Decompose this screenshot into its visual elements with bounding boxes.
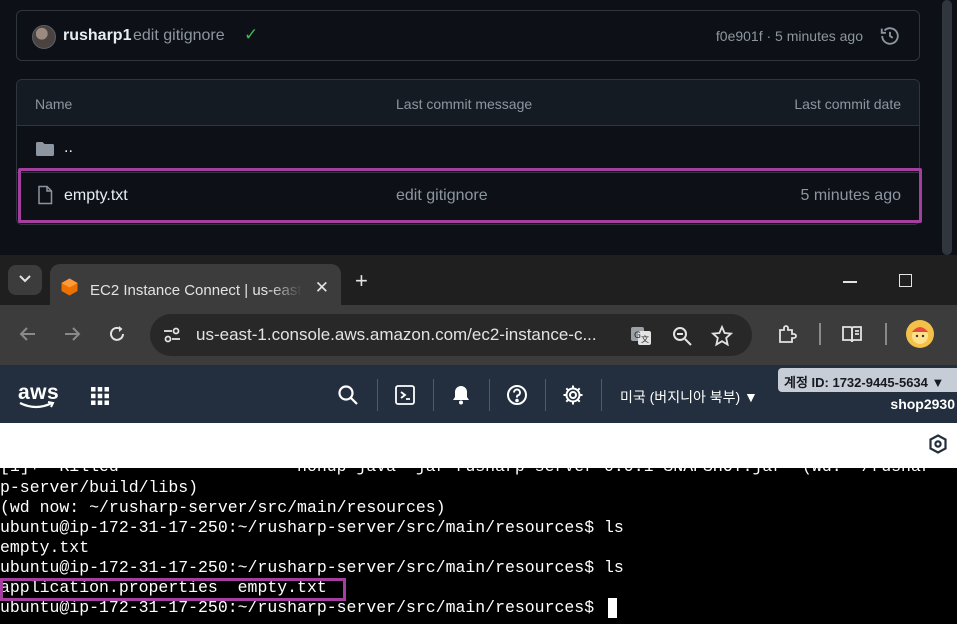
github-file-browser: rusharp1 edit gitignore ✓ f0e901f · 5 mi… (0, 0, 957, 255)
commit-message[interactable]: edit gitignore (133, 27, 225, 45)
account-id-menu[interactable]: 계정 ID: 1732-9445-5634 ▼ (778, 368, 957, 392)
maximize-button[interactable] (899, 274, 912, 287)
check-icon[interactable]: ✓ (244, 25, 258, 45)
header-last-commit-date: Last commit date (794, 96, 901, 112)
terminal-line: [1]+ Killed nohup java -jar rusharp-serv… (0, 468, 931, 477)
terminal-line: empty.txt (0, 538, 90, 557)
account-username[interactable]: shop2930 (890, 396, 955, 412)
aws-favicon-icon (61, 278, 78, 296)
terminal-line: application.properties empty.txt (0, 578, 327, 597)
header-divider (433, 379, 434, 411)
zoom-icon[interactable] (671, 325, 693, 347)
browser-tab-strip: EC2 Instance Connect | us-east-1 ✕ + (0, 255, 957, 305)
header-last-commit-message: Last commit message (396, 96, 533, 112)
tab-search-button[interactable] (8, 265, 42, 295)
commit-sha-time[interactable]: f0e901f · 5 minutes ago (716, 28, 863, 44)
tab-ec2-instance-connect[interactable]: EC2 Instance Connect | us-east-1 ✕ (50, 264, 341, 305)
toolbar-divider (885, 323, 887, 345)
search-icon[interactable] (337, 384, 359, 406)
chevron-down-icon (19, 275, 31, 283)
file-icon (38, 185, 53, 205)
file-name-link[interactable]: empty.txt (64, 187, 128, 205)
parent-dir-link[interactable]: .. (64, 139, 73, 157)
terminal-cursor (608, 598, 617, 618)
header-divider (377, 379, 378, 411)
minimize-button[interactable] (843, 281, 857, 283)
profile-avatar[interactable] (906, 320, 934, 348)
reading-list-icon[interactable] (841, 323, 863, 345)
gear-icon[interactable] (562, 384, 584, 406)
terminal-prompt: ubuntu@ip-172-31-17-250:~/rusharp-server… (0, 598, 604, 617)
header-divider (601, 379, 602, 411)
terminal-prompt-line: ubuntu@ip-172-31-17-250:~/rusharp-server… (0, 598, 617, 618)
table-header: Name Last commit message Last commit dat… (17, 80, 919, 126)
terminal-line: p-server/build/libs) (0, 478, 199, 497)
svg-text:G: G (634, 331, 641, 341)
file-table: Name Last commit message Last commit dat… (16, 79, 920, 225)
table-row[interactable]: empty.txt edit gitignore 5 minutes ago (17, 173, 919, 219)
account-id-label: 계정 ID: 1732-9445-5634 ▼ (784, 375, 945, 390)
new-tab-button[interactable]: + (355, 268, 368, 294)
page-scrollbar[interactable] (939, 0, 957, 255)
translate-icon[interactable]: G文 (630, 325, 652, 347)
file-commit-message[interactable]: edit gitignore (396, 187, 488, 205)
bell-icon[interactable] (450, 384, 472, 406)
header-name: Name (35, 96, 73, 112)
settings-hex-icon[interactable] (929, 434, 947, 454)
url-text[interactable]: us-east-1.console.aws.amazon.com/ec2-ins… (196, 325, 597, 345)
bookmark-star-icon[interactable] (711, 325, 733, 347)
region-selector[interactable]: 미국 (버지니아 북부) ▼ (620, 387, 758, 407)
instance-connect-toolbar (0, 423, 957, 468)
reload-icon[interactable] (107, 324, 127, 344)
header-divider (489, 379, 490, 411)
aws-smile-logo[interactable] (19, 401, 55, 409)
svg-text:文: 文 (641, 334, 649, 344)
history-icon[interactable] (879, 25, 901, 47)
extensions-icon[interactable] (776, 323, 798, 345)
close-icon[interactable]: ✕ (315, 278, 329, 298)
tab-title: EC2 Instance Connect | us-east-1 (90, 282, 302, 299)
forward-arrow-icon[interactable] (62, 324, 82, 344)
site-info-icon[interactable] (162, 326, 182, 344)
terminal-line: ubuntu@ip-172-31-17-250:~/rusharp-server… (0, 558, 624, 577)
file-commit-date: 5 minutes ago (800, 187, 901, 204)
author-avatar[interactable] (32, 25, 56, 49)
latest-commit-bar: rusharp1 edit gitignore ✓ f0e901f · 5 mi… (16, 10, 920, 61)
folder-icon (36, 142, 54, 156)
commit-author[interactable]: rusharp1 (63, 27, 131, 45)
terminal-line: ubuntu@ip-172-31-17-250:~/rusharp-server… (0, 518, 624, 537)
scrollbar-thumb[interactable] (942, 0, 952, 255)
back-arrow-icon[interactable] (18, 324, 38, 344)
table-row-parent-dir[interactable]: .. (17, 127, 919, 173)
terminal-line: (wd now: ~/rusharp-server/src/main/resou… (0, 498, 446, 517)
terminal[interactable]: [1]+ Killed nohup java -jar rusharp-serv… (0, 468, 957, 624)
address-bar[interactable]: us-east-1.console.aws.amazon.com/ec2-ins… (150, 314, 752, 356)
cloudshell-icon[interactable] (394, 384, 416, 406)
browser-toolbar: us-east-1.console.aws.amazon.com/ec2-ins… (0, 305, 957, 365)
header-divider (545, 379, 546, 411)
services-grid-icon[interactable] (90, 386, 110, 406)
help-icon[interactable] (506, 384, 528, 406)
toolbar-divider (819, 323, 821, 345)
